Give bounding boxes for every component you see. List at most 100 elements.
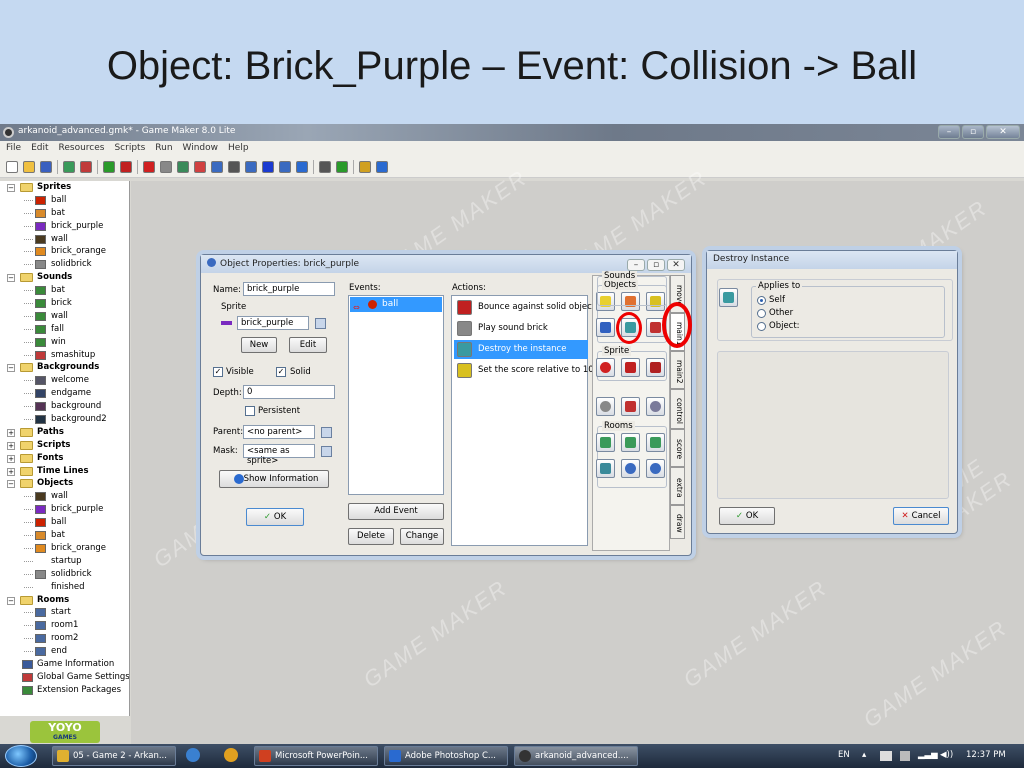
events-list[interactable]: ⇔ ball	[348, 295, 444, 495]
collapse-icon[interactable]: −	[7, 480, 15, 489]
add-font-icon[interactable]	[228, 160, 240, 173]
tree-item[interactable]: room2	[0, 632, 129, 645]
collapse-icon[interactable]: −	[7, 274, 15, 283]
menu-file[interactable]: File	[6, 143, 21, 156]
expand-icon[interactable]: +	[7, 441, 15, 450]
mask-menu-icon[interactable]	[321, 446, 332, 457]
extension-packages-icon[interactable]	[336, 160, 348, 173]
edit-sprite-button[interactable]: Edit	[289, 337, 327, 353]
tutorial-icon[interactable]	[359, 160, 371, 173]
tree-item[interactable]: wall	[0, 310, 129, 323]
save-icon[interactable]	[40, 160, 52, 173]
action-item[interactable]: Destroy the instance	[454, 340, 588, 359]
tree-item[interactable]: win	[0, 336, 129, 349]
applies-self-radio[interactable]	[757, 296, 766, 305]
tree-item[interactable]: bat	[0, 207, 129, 220]
run-icon[interactable]	[103, 160, 115, 173]
change-sprite-button[interactable]	[596, 358, 615, 377]
add-object-icon[interactable]	[262, 160, 274, 173]
menu-resources[interactable]: Resources	[59, 143, 105, 156]
dialog-maximize-button[interactable]: ▫	[647, 259, 665, 271]
task-game-maker[interactable]: arkanoid_advanced....	[514, 746, 638, 766]
tree-item[interactable]: brick_orange	[0, 245, 129, 258]
expand-icon[interactable]: +	[7, 454, 15, 463]
menu-run[interactable]: Run	[155, 143, 172, 156]
tab-score[interactable]: score	[670, 429, 685, 467]
dialog-close-button[interactable]: ✕	[667, 259, 685, 271]
tree-item[interactable]: welcome	[0, 374, 129, 387]
run-debug-icon[interactable]	[120, 160, 132, 173]
add-sound-icon[interactable]	[160, 160, 172, 173]
action-item[interactable]: Play sound brick	[454, 319, 588, 338]
parent-field[interactable]: <no parent>	[243, 425, 315, 439]
task-powerpoint[interactable]: Microsoft PowerPoin...	[254, 746, 378, 766]
add-path-icon[interactable]	[194, 160, 206, 173]
internet-explorer-icon[interactable]	[186, 748, 200, 762]
tree-item[interactable]: room1	[0, 619, 129, 632]
tree-folder-fonts[interactable]: + Fonts	[0, 452, 129, 465]
help-icon[interactable]	[376, 160, 388, 173]
collapse-icon[interactable]: −	[7, 596, 15, 605]
actions-list[interactable]: Bounce against solid objects Play sound b…	[451, 295, 600, 546]
event-item-collision-ball[interactable]: ⇔ ball	[350, 297, 442, 312]
resource-tree[interactable]: − Sprites ball bat brick_purple wall brick_ora…	[0, 181, 130, 716]
task-powerpoint-slide[interactable]: 05 - Game 2 - Arkan...	[52, 746, 176, 766]
next-room-button[interactable]	[621, 433, 640, 452]
close-button[interactable]: ✕	[986, 125, 1020, 139]
menu-scripts[interactable]: Scripts	[114, 143, 145, 156]
tree-item[interactable]: smashitup	[0, 349, 129, 362]
play-sound-button[interactable]	[596, 397, 615, 416]
add-sprite-icon[interactable]	[143, 160, 155, 173]
menu-help[interactable]: Help	[228, 143, 249, 156]
tab-main2[interactable]: main2	[670, 351, 685, 389]
destroy-instance-titlebar[interactable]: Destroy Instance	[707, 251, 957, 269]
previous-room-button[interactable]	[596, 433, 615, 452]
clock[interactable]: 12:37 PM	[966, 750, 1006, 760]
collapse-icon[interactable]: −	[7, 364, 15, 373]
add-timeline-icon[interactable]	[245, 160, 257, 173]
expand-icon[interactable]: +	[7, 467, 15, 476]
applies-object-radio[interactable]	[757, 322, 766, 331]
minimize-button[interactable]: –	[938, 125, 960, 139]
action-item[interactable]: Set the score relative to 10	[454, 361, 594, 380]
menu-edit[interactable]: Edit	[31, 143, 48, 156]
publish-icon[interactable]	[80, 160, 92, 173]
action-item[interactable]: Bounce against solid objects	[454, 298, 600, 317]
maximize-button[interactable]: ▫	[962, 125, 984, 139]
tree-folder-backgrounds[interactable]: − Backgrounds	[0, 361, 129, 374]
tree-item[interactable]: startup	[0, 555, 129, 568]
game-info-icon[interactable]	[296, 160, 308, 173]
tree-item[interactable]: bat	[0, 284, 129, 297]
check-sound-button[interactable]	[646, 397, 665, 416]
tree-item[interactable]: wall	[0, 233, 129, 246]
tree-item[interactable]: end	[0, 645, 129, 658]
create-executable-icon[interactable]	[63, 160, 75, 173]
tree-item[interactable]: brick_purple	[0, 220, 129, 233]
tree-folder-sounds[interactable]: − Sounds	[0, 271, 129, 284]
tree-item[interactable]: brick	[0, 297, 129, 310]
tree-item[interactable]: Global Game Settings	[0, 671, 129, 684]
keyboard-icon[interactable]	[880, 751, 892, 761]
sprite-field[interactable]: brick_purple	[237, 316, 309, 330]
check-next-room-button[interactable]	[646, 459, 665, 478]
tree-item[interactable]: finished	[0, 581, 129, 594]
sprite-menu-icon[interactable]	[315, 318, 326, 329]
start-button[interactable]	[5, 745, 37, 767]
tree-item[interactable]: wall	[0, 490, 129, 503]
task-photoshop[interactable]: Adobe Photoshop C...	[384, 746, 508, 766]
check-previous-room-button[interactable]	[621, 459, 640, 478]
tree-item[interactable]: background2	[0, 413, 129, 426]
persistent-checkbox[interactable]	[245, 406, 255, 416]
stop-sound-button[interactable]	[621, 397, 640, 416]
add-script-icon[interactable]	[211, 160, 223, 173]
new-file-icon[interactable]	[6, 160, 18, 173]
tree-item[interactable]: ball	[0, 194, 129, 207]
language-indicator[interactable]: EN	[838, 750, 850, 760]
tree-folder-rooms[interactable]: − Rooms	[0, 594, 129, 607]
volume-icon[interactable]: ◀))	[940, 750, 953, 760]
show-information-button[interactable]: Show Information	[219, 470, 329, 488]
tree-item[interactable]: Extension Packages	[0, 684, 129, 697]
tree-item[interactable]: solidbrick	[0, 568, 129, 581]
tree-folder-paths[interactable]: + Paths	[0, 426, 129, 439]
tree-item[interactable]: ball	[0, 516, 129, 529]
